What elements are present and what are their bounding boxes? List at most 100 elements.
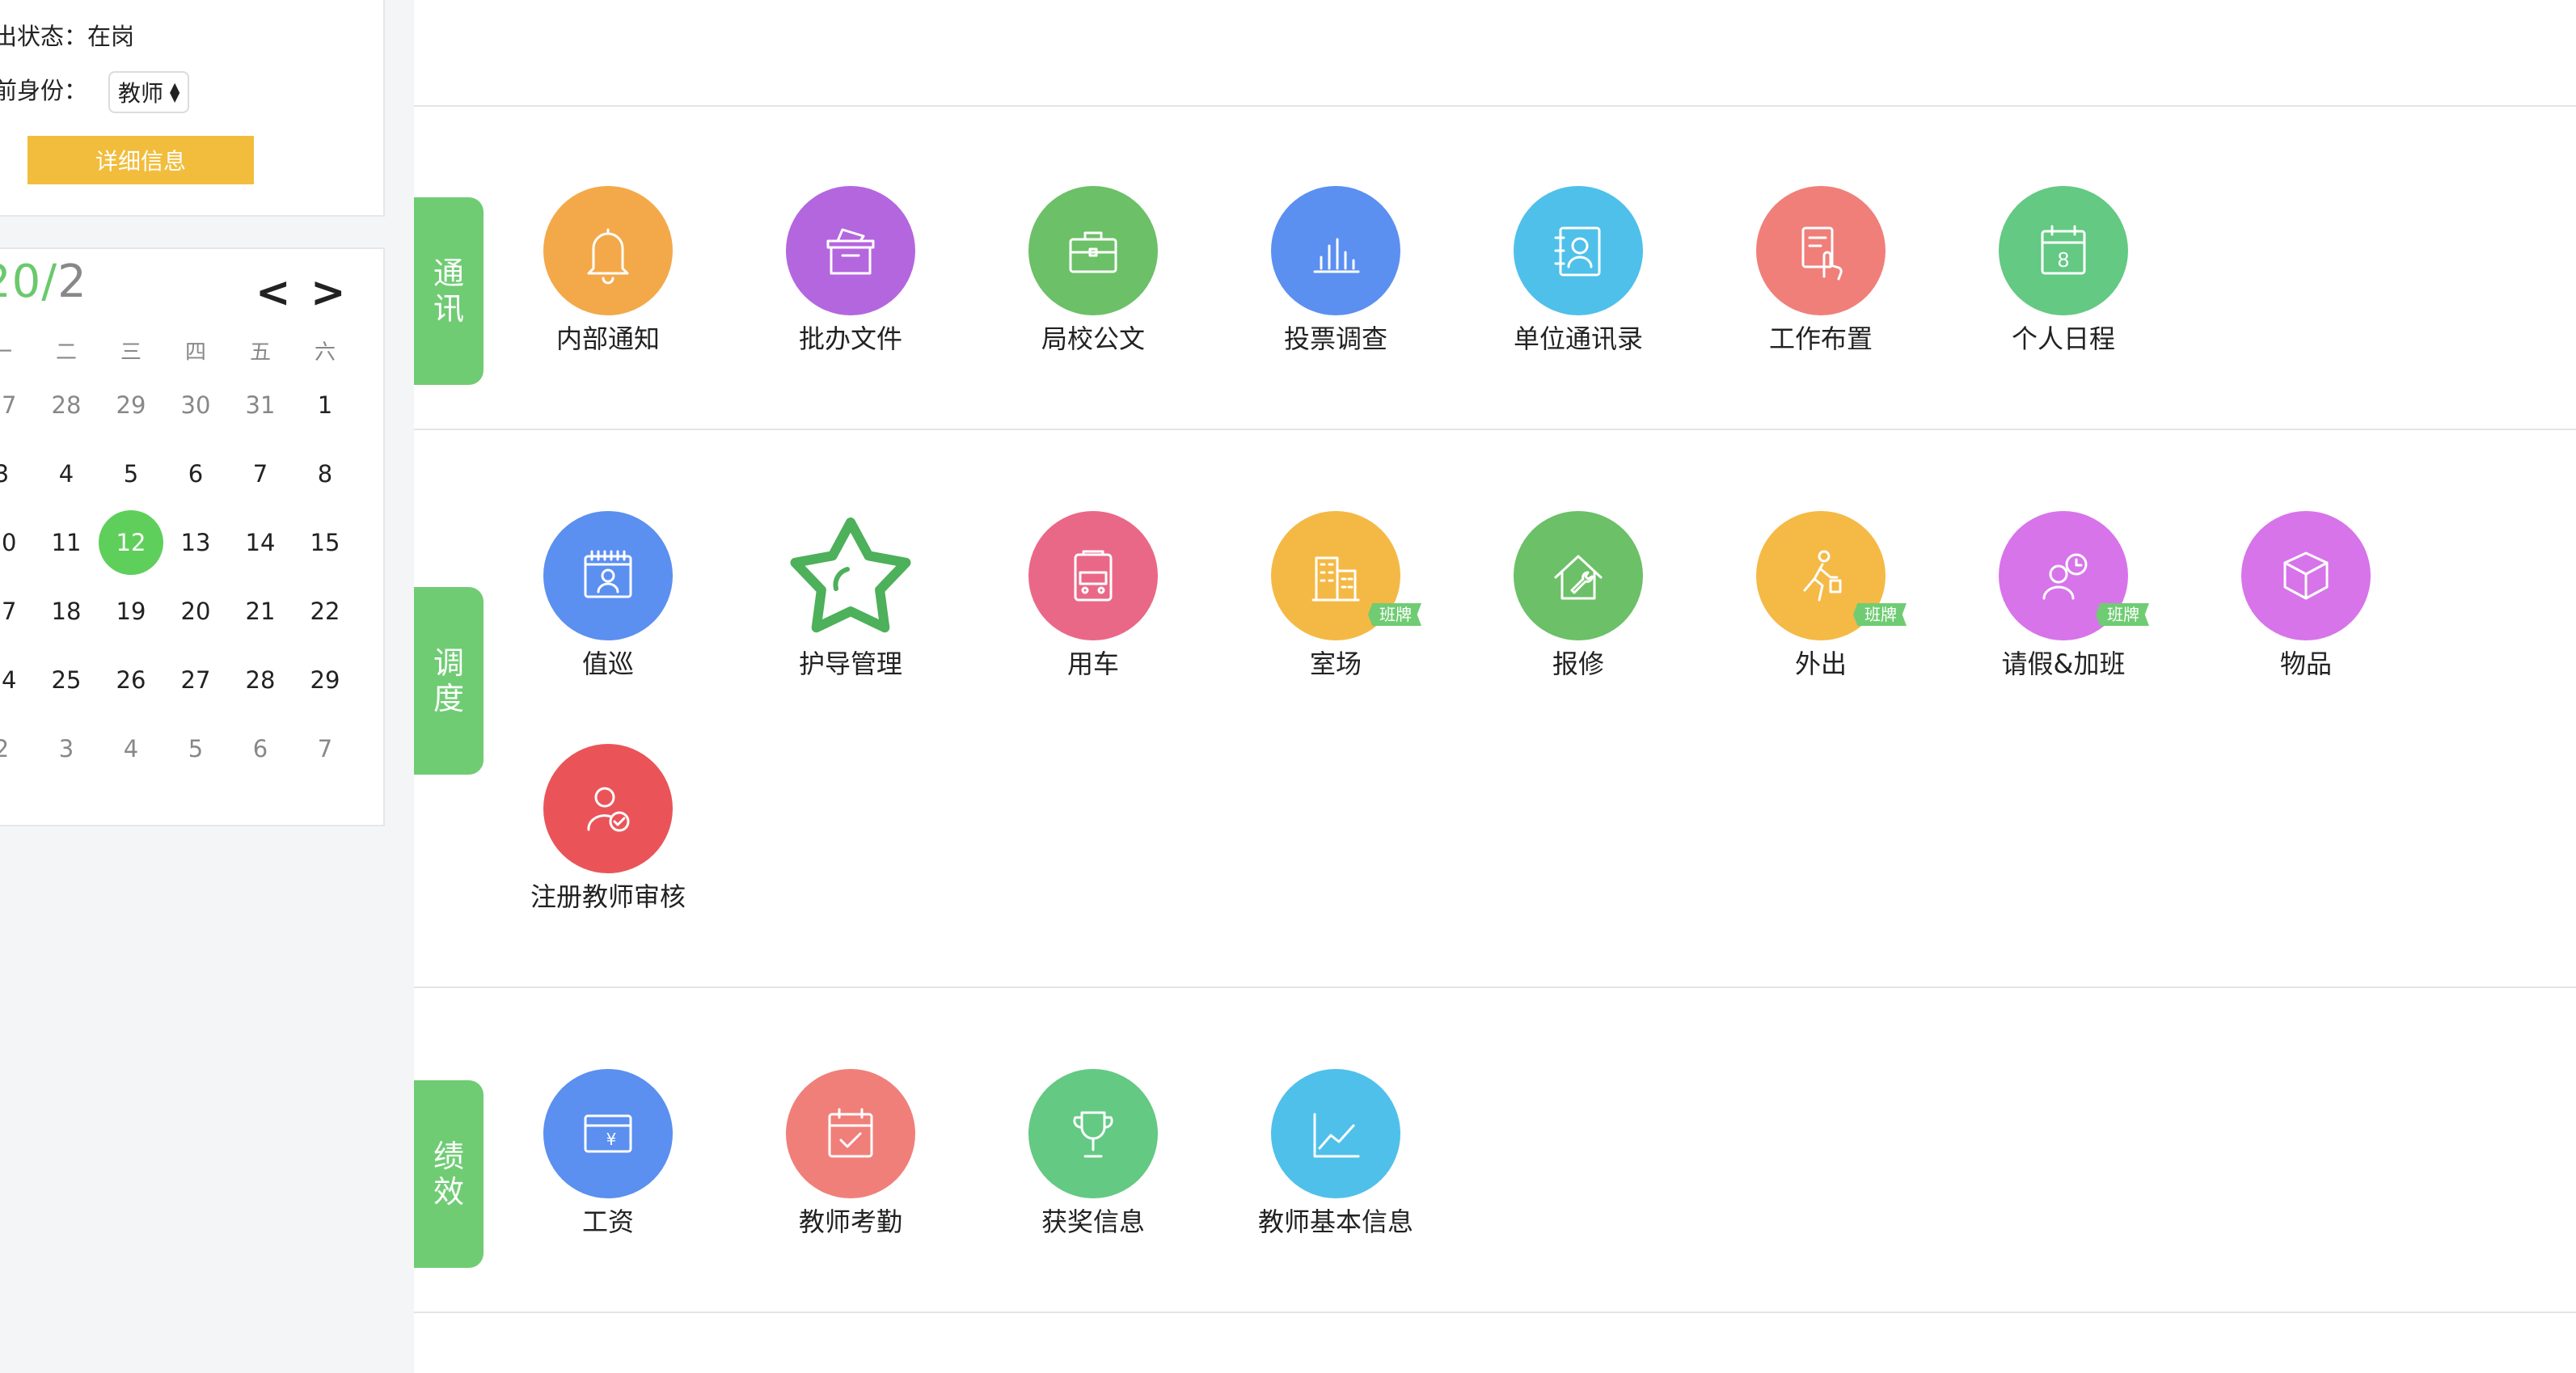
calendar-day[interactable]: 7 — [228, 460, 293, 488]
calendar-day[interactable]: 19 — [99, 598, 163, 625]
calendar-day[interactable]: 8 — [293, 460, 357, 488]
app-tile-cube[interactable]: 物品 — [2201, 511, 2411, 705]
calendar-day[interactable]: 4 — [34, 460, 99, 488]
calendar-day-number: 17 — [0, 597, 17, 625]
attendance-calendar-icon — [828, 1108, 873, 1158]
app-tile-building[interactable]: 班牌 室场 — [1231, 511, 1441, 705]
calendar-day-number: 10 — [0, 528, 17, 556]
detail-info-button[interactable]: 详细信息 — [27, 136, 254, 184]
app-tile-task-hand[interactable]: 工作布置 — [1716, 186, 1926, 380]
calendar-week: 27 28 29 30 31 1 — [0, 370, 357, 439]
app-icon-circle — [543, 511, 673, 640]
calendar-day-today[interactable]: 12 — [99, 509, 163, 575]
calendar-day[interactable]: 29 — [99, 391, 163, 419]
next-month-button[interactable]: > — [310, 268, 346, 317]
building-icon — [1311, 556, 1360, 602]
calendar-day-icon: 8 — [2041, 225, 2086, 275]
app-tile-label: 获奖信息 — [1041, 1206, 1145, 1237]
calendar-day-number: 7 — [252, 459, 268, 488]
category-tab-dispatch[interactable]: 调度 — [414, 587, 484, 775]
app-tile-duty-calendar[interactable]: 值巡 — [503, 511, 713, 705]
app-tile-user-check[interactable]: 注册教师审核 — [503, 744, 713, 938]
class-board-badge: 班牌 — [1853, 603, 1907, 626]
app-tile-calendar-day[interactable]: 8 个人日程 — [1958, 186, 2168, 380]
app-icon-circle — [1028, 186, 1158, 315]
calendar-day[interactable]: 24 — [0, 666, 34, 694]
calendar-day[interactable]: 10 — [0, 529, 34, 556]
file-box-icon — [826, 228, 875, 275]
calendar-day[interactable]: 15 — [293, 529, 357, 556]
calendar-day-number: 4 — [123, 734, 139, 763]
app-tile-car[interactable]: 用车 — [988, 511, 1198, 705]
calendar-day[interactable]: 26 — [99, 666, 163, 694]
star-icon — [790, 518, 911, 633]
calendar-day[interactable]: 1 — [293, 391, 357, 419]
calendar-day[interactable]: 11 — [34, 529, 99, 556]
calendar-day[interactable]: 3 — [0, 460, 34, 488]
category-tab-comm[interactable]: 通讯 — [414, 197, 484, 385]
calendar-day[interactable]: 28 — [228, 666, 293, 694]
app-tile-file-box[interactable]: 批办文件 — [745, 186, 956, 380]
app-tile-star[interactable]: 护导管理 — [745, 511, 956, 705]
class-board-badge: 班牌 — [2096, 603, 2149, 626]
calendar-day[interactable]: 27 — [0, 391, 34, 419]
section-divider — [414, 986, 2576, 988]
calendar-day[interactable]: 28 — [34, 391, 99, 419]
app-tile-contact-book[interactable]: 单位通讯录 — [1473, 186, 1683, 380]
trophy-icon — [1073, 1111, 1113, 1158]
app-tile-label: 投票调查 — [1283, 323, 1387, 354]
calendar-day-number: 6 — [188, 459, 204, 488]
calendar-day[interactable]: 4 — [99, 735, 163, 763]
category-tab-char: 度 — [433, 681, 464, 716]
app-tile-walking-man[interactable]: 班牌 外出 — [1716, 511, 1926, 705]
category-tab-char: 讯 — [433, 291, 464, 327]
calendar-day[interactable]: 27 — [163, 666, 228, 694]
calendar-day[interactable]: 2 — [0, 735, 34, 763]
calendar-day[interactable]: 30 — [163, 391, 228, 419]
category-tab-char: 绩 — [433, 1139, 464, 1174]
app-tile-leave-clock[interactable]: 班牌请假&加班 — [1958, 511, 2168, 705]
category-tab-char: 通 — [433, 256, 464, 291]
app-tile-label: 报修 — [1552, 648, 1604, 679]
calendar-day[interactable]: 5 — [99, 460, 163, 488]
select-arrows-icon: ▲ ▼ — [170, 79, 180, 104]
app-tile-briefcase[interactable]: 局校公文 — [988, 186, 1198, 380]
weekday-label: 一 — [0, 340, 12, 365]
identity-label: 前身份： — [0, 77, 88, 104]
app-icon-circle — [1028, 511, 1158, 640]
app-tile-salary-card[interactable]: ¥ 工资 — [503, 1069, 713, 1263]
calendar-day[interactable]: 22 — [293, 598, 357, 625]
app-icon-circle — [1514, 186, 1643, 315]
calendar-day[interactable]: 13 — [163, 529, 228, 556]
calendar-day[interactable]: 5 — [163, 735, 228, 763]
calendar-day[interactable]: 18 — [34, 598, 99, 625]
prev-month-button[interactable]: < — [255, 268, 291, 317]
app-tile-trophy[interactable]: 获奖信息 — [988, 1069, 1198, 1263]
app-tile-attendance-calendar[interactable]: 教师考勤 — [745, 1069, 956, 1263]
app-tile-bar-chart[interactable]: 投票调查 — [1231, 186, 1441, 380]
app-icon-circle — [786, 186, 915, 315]
category-tab-perf[interactable]: 绩效 — [414, 1080, 484, 1268]
calendar-week: 10 11 12 13 14 15 — [0, 508, 357, 577]
app-tile-line-chart[interactable]: 教师基本信息 — [1231, 1069, 1441, 1263]
app-tile-repair-house[interactable]: 报修 — [1473, 511, 1683, 705]
calendar-day[interactable]: 3 — [34, 735, 99, 763]
calendar-day[interactable]: 6 — [163, 460, 228, 488]
bell-icon — [587, 228, 629, 285]
calendar-day[interactable]: 31 — [228, 391, 293, 419]
calendar-day[interactable]: 7 — [293, 735, 357, 763]
calendar-day[interactable]: 29 — [293, 666, 357, 694]
app-tile-bell[interactable]: 内部通知 — [503, 186, 713, 380]
app-tile-label: 单位通讯录 — [1513, 323, 1643, 354]
app-tile-label: 请假&加班 — [2001, 648, 2126, 679]
status-row: 出状态：在岗 — [0, 18, 134, 52]
calendar-day[interactable]: 17 — [0, 598, 34, 625]
calendar-day[interactable]: 25 — [34, 666, 99, 694]
category-tab-char: 调 — [433, 645, 464, 681]
identity-select[interactable]: 教师 ▲ ▼ — [108, 71, 190, 113]
calendar-day[interactable]: 6 — [228, 735, 293, 763]
calendar-day-number: 13 — [180, 528, 211, 556]
calendar-day[interactable]: 20 — [163, 598, 228, 625]
calendar-day[interactable]: 21 — [228, 598, 293, 625]
calendar-day[interactable]: 14 — [228, 529, 293, 556]
